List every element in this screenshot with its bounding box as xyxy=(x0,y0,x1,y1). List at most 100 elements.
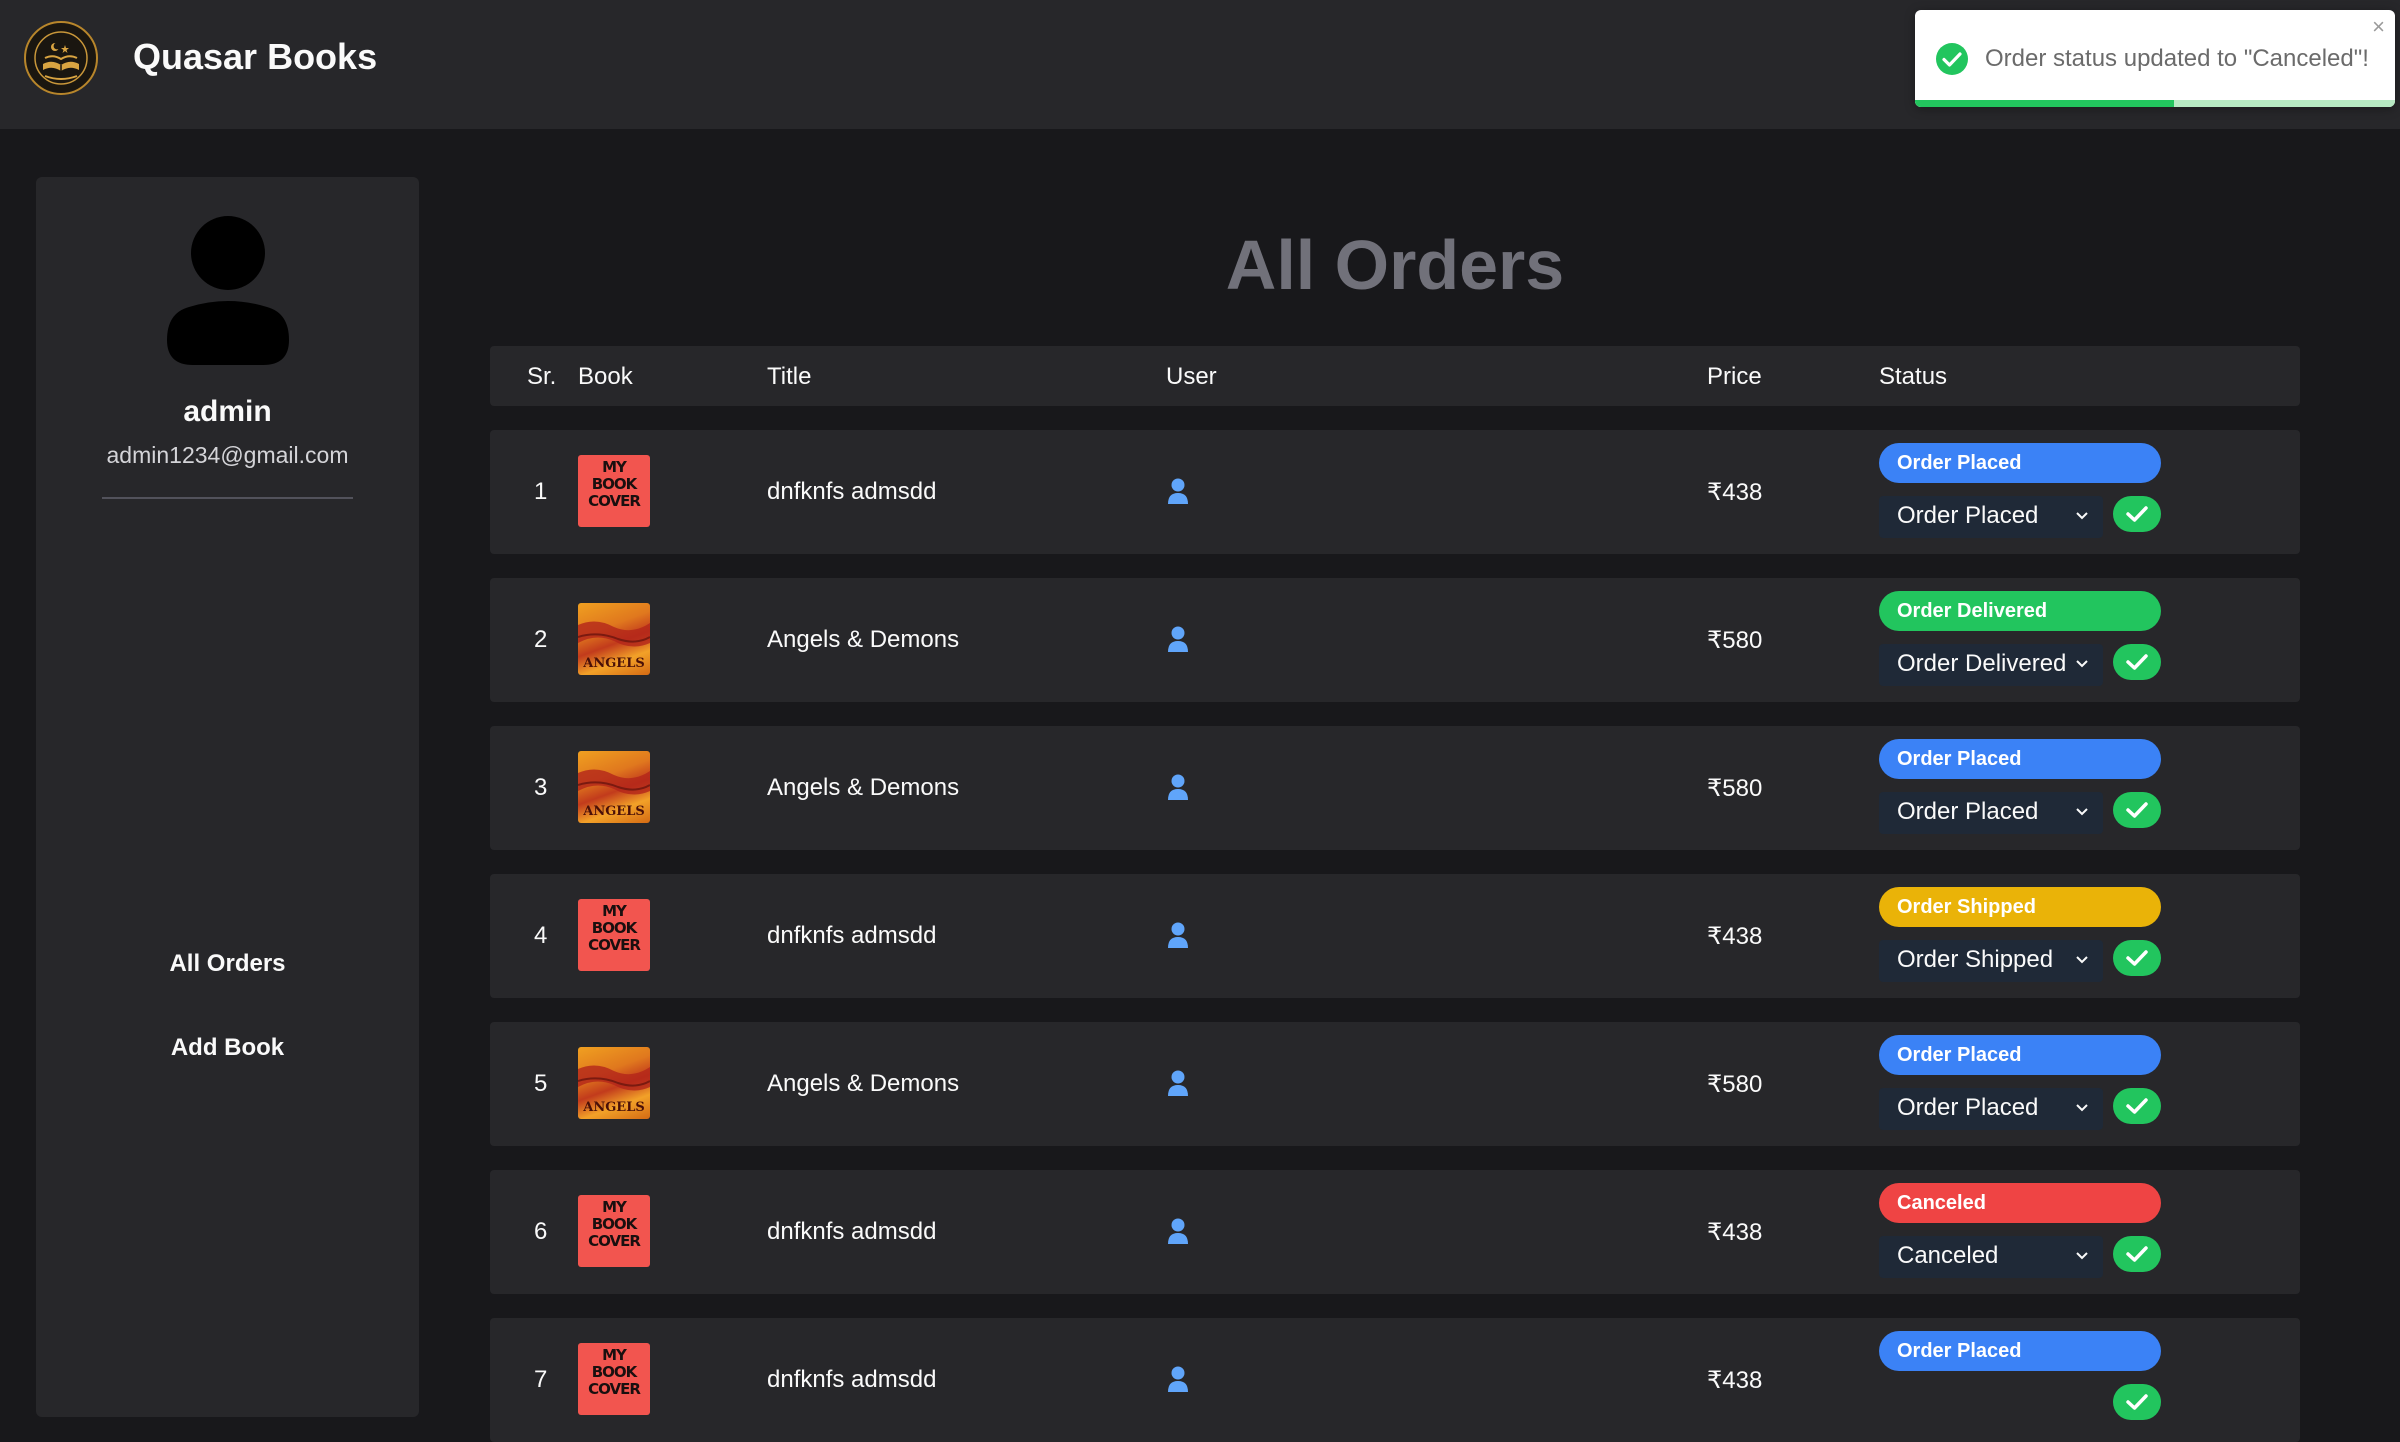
book-price: ₹580 xyxy=(1707,775,1763,802)
logo-icon[interactable] xyxy=(24,21,98,95)
book-title: dnfknfs admsdd xyxy=(767,1366,937,1393)
serial-number: 6 xyxy=(534,1218,548,1245)
profile-name: admin xyxy=(183,395,272,428)
avatar-icon xyxy=(167,216,289,365)
cover-title-text: MY BOOK COVER xyxy=(588,458,641,510)
status-select-value: Order Shipped xyxy=(1897,946,2054,973)
header-sr: Sr. xyxy=(527,363,557,390)
confirm-status-button[interactable] xyxy=(2113,1236,2161,1272)
status-badge: Order Placed xyxy=(1879,739,2161,779)
cover-title-text: MY BOOK COVER xyxy=(588,1346,641,1398)
chevron-down-icon xyxy=(2076,1252,2088,1260)
chevron-down-icon xyxy=(2076,1104,2088,1112)
confirm-status-button[interactable] xyxy=(2113,1384,2161,1420)
book-cover-image: ANGELS xyxy=(578,603,650,675)
toast-close-button[interactable]: × xyxy=(2372,16,2385,38)
confirm-status-button[interactable] xyxy=(2113,940,2161,976)
book-cover-image: MY BOOK COVER xyxy=(578,899,650,971)
user-icon[interactable] xyxy=(1166,922,1190,948)
user-icon[interactable] xyxy=(1166,1070,1190,1096)
book-cover-image: ANGELS xyxy=(578,1047,650,1119)
status-select-value: Canceled xyxy=(1897,1242,1999,1269)
book-price: ₹438 xyxy=(1707,923,1763,950)
toast-progress-track xyxy=(1915,100,2395,107)
brand-name[interactable]: Quasar Books xyxy=(133,36,377,78)
cover-title-text: ANGELS xyxy=(583,656,645,671)
book-price: ₹580 xyxy=(1707,1071,1763,1098)
header-title: Title xyxy=(767,363,812,390)
status-badge: Order Delivered xyxy=(1879,591,2161,631)
cover-title-text: ANGELS xyxy=(583,1100,645,1115)
book-cover-image: ANGELS xyxy=(578,751,650,823)
user-icon[interactable] xyxy=(1166,626,1190,652)
status-select-value: Order Placed xyxy=(1897,798,2039,825)
chevron-down-icon xyxy=(2076,512,2088,520)
confirm-status-button[interactable] xyxy=(2113,792,2161,828)
check-icon xyxy=(2126,950,2148,966)
table-row: 2 ANGELS Angels & Demons ₹580 Order Deli… xyxy=(490,578,2300,702)
check-icon xyxy=(2126,1246,2148,1262)
sidebar-divider xyxy=(102,497,353,499)
check-icon xyxy=(2126,654,2148,670)
table-row: 1 MY BOOK COVER dnfknfs admsdd ₹438 Orde… xyxy=(490,430,2300,554)
book-title: dnfknfs admsdd xyxy=(767,922,937,949)
sidebar: admin admin1234@gmail.com All Orders Add… xyxy=(36,177,419,1417)
status-badge: Order Shipped xyxy=(1879,887,2161,927)
serial-number: 1 xyxy=(534,478,548,505)
user-icon[interactable] xyxy=(1166,774,1190,800)
confirm-status-button[interactable] xyxy=(2113,644,2161,680)
header-book: Book xyxy=(578,363,633,390)
book-title: dnfknfs admsdd xyxy=(767,1218,937,1245)
status-badge: Canceled xyxy=(1879,1183,2161,1223)
user-icon[interactable] xyxy=(1166,1218,1190,1244)
serial-number: 4 xyxy=(534,922,548,949)
sidebar-link-all-orders[interactable]: All Orders xyxy=(36,950,419,978)
cover-title-text: MY BOOK COVER xyxy=(588,1198,641,1250)
confirm-status-button[interactable] xyxy=(2113,1088,2161,1124)
serial-number: 7 xyxy=(534,1366,548,1393)
status-select[interactable]: Order Shipped xyxy=(1879,940,2103,982)
table-row: 5 ANGELS Angels & Demons ₹580 Order Plac… xyxy=(490,1022,2300,1146)
status-select[interactable]: Canceled xyxy=(1879,1236,2103,1278)
toast-message: Order status updated to "Canceled"! xyxy=(1985,45,2369,72)
book-price: ₹580 xyxy=(1707,627,1763,654)
status-select-value: Order Delivered xyxy=(1897,650,2067,677)
user-icon[interactable] xyxy=(1166,478,1190,504)
header-price: Price xyxy=(1707,363,1762,390)
book-price: ₹438 xyxy=(1707,1367,1763,1394)
book-cover-image: MY BOOK COVER xyxy=(578,1343,650,1415)
check-circle-icon xyxy=(1936,43,1968,75)
check-icon xyxy=(2126,506,2148,522)
serial-number: 3 xyxy=(534,774,548,801)
chevron-down-icon xyxy=(2076,808,2088,816)
book-title: Angels & Demons xyxy=(767,626,960,653)
status-badge: Order Placed xyxy=(1879,443,2161,483)
book-title: Angels & Demons xyxy=(767,1070,960,1097)
header-status: Status xyxy=(1879,363,1948,390)
toast-notification: Order status updated to "Canceled"! × xyxy=(1915,10,2395,107)
status-select[interactable]: Order Delivered xyxy=(1879,644,2103,686)
profile-email: admin1234@gmail.com xyxy=(106,442,349,468)
status-select[interactable]: Order Placed xyxy=(1879,496,2103,538)
table-row: 7 MY BOOK COVER dnfknfs admsdd ₹438 Orde… xyxy=(490,1318,2300,1442)
status-select[interactable]: Order Placed xyxy=(1879,1088,2103,1130)
status-select[interactable]: Order Placed xyxy=(1879,792,2103,834)
header-user: User xyxy=(1166,363,1217,390)
check-icon xyxy=(2126,802,2148,818)
chevron-down-icon xyxy=(2076,956,2088,964)
sidebar-link-add-book[interactable]: Add Book xyxy=(36,1034,419,1062)
book-cover-image: MY BOOK COVER xyxy=(578,455,650,527)
check-icon xyxy=(2126,1098,2148,1114)
chevron-down-icon xyxy=(2076,660,2088,668)
cover-title-text: ANGELS xyxy=(583,804,645,819)
table-row: 4 MY BOOK COVER dnfknfs admsdd ₹438 Orde… xyxy=(490,874,2300,998)
check-icon xyxy=(2126,1394,2148,1410)
confirm-status-button[interactable] xyxy=(2113,496,2161,532)
table-row: 6 MY BOOK COVER dnfknfs admsdd ₹438 Canc… xyxy=(490,1170,2300,1294)
status-select-value: Order Placed xyxy=(1897,502,2039,529)
toast-progress-bar xyxy=(1915,100,2175,107)
book-price: ₹438 xyxy=(1707,1219,1763,1246)
book-price: ₹438 xyxy=(1707,479,1763,506)
book-cover-image: MY BOOK COVER xyxy=(578,1195,650,1267)
user-icon[interactable] xyxy=(1166,1366,1190,1392)
